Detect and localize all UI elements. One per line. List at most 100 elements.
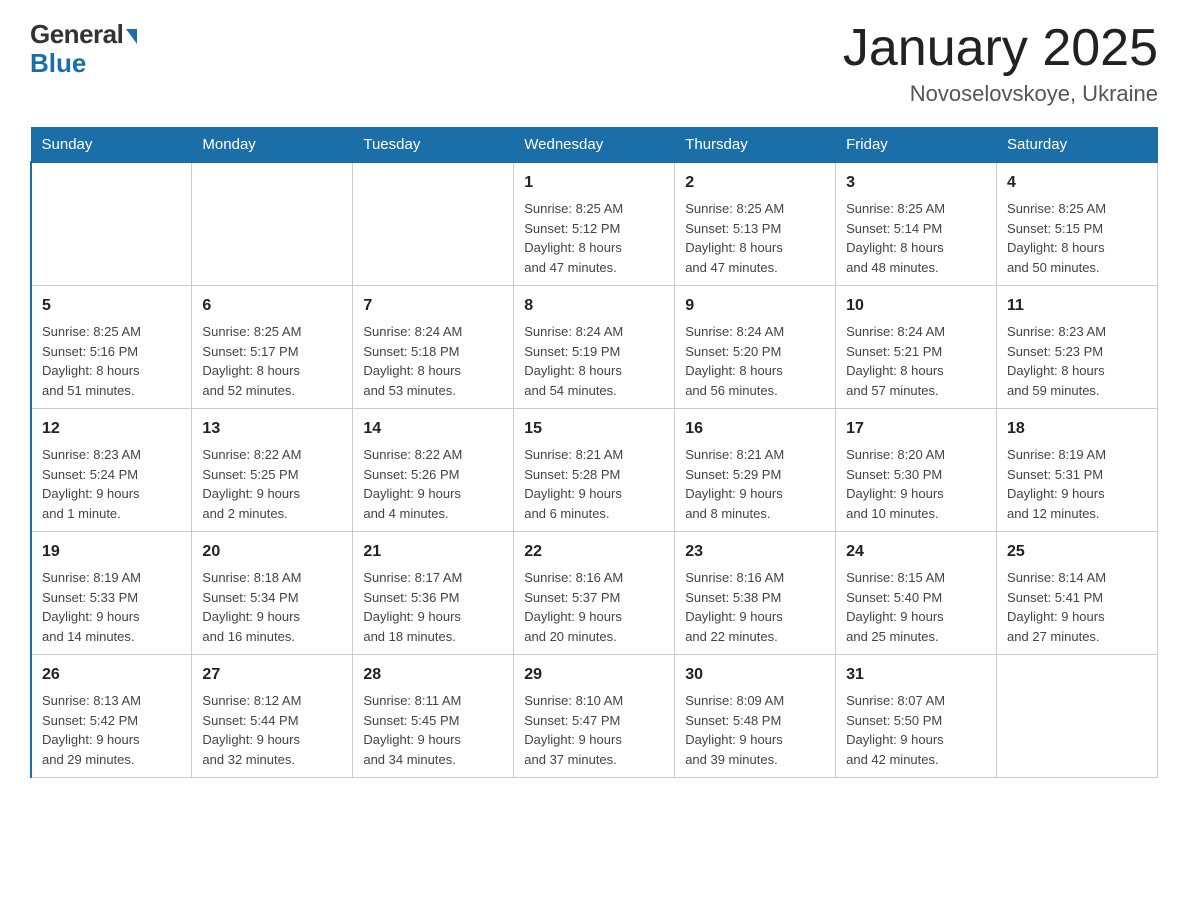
calendar-cell: 7 Sunrise: 8:24 AMSunset: 5:18 PMDaylight…: [353, 286, 514, 409]
day-number: 10: [846, 294, 986, 318]
day-of-week-tuesday: Tuesday: [353, 128, 514, 163]
calendar-cell: 30 Sunrise: 8:09 AMSunset: 5:48 PMDayligh…: [675, 655, 836, 778]
day-number: 2: [685, 171, 825, 195]
calendar-cell: 25 Sunrise: 8:14 AMSunset: 5:41 PMDayligh…: [997, 532, 1158, 655]
page-header: General Blue January 2025 Novoselovskoye…: [30, 20, 1158, 107]
day-number: 16: [685, 417, 825, 441]
calendar-cell: 4Sunrise: 8:25 AMSunset: 5:15 PMDaylight…: [997, 162, 1158, 286]
calendar-cell: [31, 162, 192, 286]
calendar-cell: 10 Sunrise: 8:24 AMSunset: 5:21 PMDayligh…: [836, 286, 997, 409]
day-number: 29: [524, 663, 664, 687]
calendar-cell: 9 Sunrise: 8:24 AMSunset: 5:20 PMDaylight…: [675, 286, 836, 409]
day-number: 8: [524, 294, 664, 318]
day-number: 4: [1007, 171, 1147, 195]
day-number: 25: [1007, 540, 1147, 564]
week-row-3: 12 Sunrise: 8:23 AMSunset: 5:24 PMDayligh…: [31, 409, 1158, 532]
day-info: Sunrise: 8:11 AMSunset: 5:45 PMDaylight:…: [363, 691, 503, 769]
day-info: Sunrise: 8:21 AMSunset: 5:28 PMDaylight:…: [524, 445, 664, 523]
page-subtitle: Novoselovskoye, Ukraine: [843, 81, 1158, 107]
calendar-cell: 20 Sunrise: 8:18 AMSunset: 5:34 PMDayligh…: [192, 532, 353, 655]
day-info: Sunrise: 8:15 AMSunset: 5:40 PMDaylight:…: [846, 568, 986, 646]
day-info: Sunrise: 8:22 AMSunset: 5:26 PMDaylight:…: [363, 445, 503, 523]
calendar-cell: 16Sunrise: 8:21 AMSunset: 5:29 PMDayligh…: [675, 409, 836, 532]
calendar-cell: 24 Sunrise: 8:15 AMSunset: 5:40 PMDayligh…: [836, 532, 997, 655]
day-info: Sunrise: 8:24 AMSunset: 5:20 PMDaylight:…: [685, 322, 825, 400]
calendar-cell: 23Sunrise: 8:16 AMSunset: 5:38 PMDayligh…: [675, 532, 836, 655]
calendar-cell: 31 Sunrise: 8:07 AMSunset: 5:50 PMDayligh…: [836, 655, 997, 778]
day-of-week-thursday: Thursday: [675, 128, 836, 163]
day-info: Sunrise: 8:23 AMSunset: 5:24 PMDaylight:…: [42, 445, 181, 523]
day-number: 26: [42, 663, 181, 687]
day-number: 11: [1007, 294, 1147, 318]
calendar-cell: 21 Sunrise: 8:17 AMSunset: 5:36 PMDayligh…: [353, 532, 514, 655]
day-info: Sunrise: 8:25 AMSunset: 5:12 PMDaylight:…: [524, 199, 664, 277]
day-of-week-monday: Monday: [192, 128, 353, 163]
day-number: 14: [363, 417, 503, 441]
day-number: 5: [42, 294, 181, 318]
day-number: 24: [846, 540, 986, 564]
day-info: Sunrise: 8:22 AMSunset: 5:25 PMDaylight:…: [202, 445, 342, 523]
day-of-week-saturday: Saturday: [997, 128, 1158, 163]
day-info: Sunrise: 8:24 AMSunset: 5:19 PMDaylight:…: [524, 322, 664, 400]
calendar-cell: 1 Sunrise: 8:25 AMSunset: 5:12 PMDaylight…: [514, 162, 675, 286]
day-number: 19: [42, 540, 181, 564]
day-info: Sunrise: 8:14 AMSunset: 5:41 PMDaylight:…: [1007, 568, 1147, 646]
day-number: 20: [202, 540, 342, 564]
week-row-2: 5 Sunrise: 8:25 AMSunset: 5:16 PMDaylight…: [31, 286, 1158, 409]
day-info: Sunrise: 8:25 AMSunset: 5:17 PMDaylight:…: [202, 322, 342, 400]
calendar-cell: 26 Sunrise: 8:13 AMSunset: 5:42 PMDayligh…: [31, 655, 192, 778]
day-number: 23: [685, 540, 825, 564]
day-info: Sunrise: 8:23 AMSunset: 5:23 PMDaylight:…: [1007, 322, 1147, 400]
calendar-cell: 11 Sunrise: 8:23 AMSunset: 5:23 PMDayligh…: [997, 286, 1158, 409]
week-row-5: 26 Sunrise: 8:13 AMSunset: 5:42 PMDayligh…: [31, 655, 1158, 778]
calendar-cell: 13 Sunrise: 8:22 AMSunset: 5:25 PMDayligh…: [192, 409, 353, 532]
day-number: 18: [1007, 417, 1147, 441]
day-info: Sunrise: 8:25 AMSunset: 5:13 PMDaylight:…: [685, 199, 825, 277]
day-number: 12: [42, 417, 181, 441]
day-info: Sunrise: 8:09 AMSunset: 5:48 PMDaylight:…: [685, 691, 825, 769]
day-number: 15: [524, 417, 664, 441]
week-row-4: 19 Sunrise: 8:19 AMSunset: 5:33 PMDayligh…: [31, 532, 1158, 655]
calendar-cell: 6 Sunrise: 8:25 AMSunset: 5:17 PMDaylight…: [192, 286, 353, 409]
calendar-cell: 2 Sunrise: 8:25 AMSunset: 5:13 PMDaylight…: [675, 162, 836, 286]
calendar-header: SundayMondayTuesdayWednesdayThursdayFrid…: [31, 128, 1158, 163]
calendar-cell: 22Sunrise: 8:16 AMSunset: 5:37 PMDayligh…: [514, 532, 675, 655]
calendar-cell: [997, 655, 1158, 778]
day-number: 21: [363, 540, 503, 564]
day-number: 9: [685, 294, 825, 318]
day-info: Sunrise: 8:19 AMSunset: 5:33 PMDaylight:…: [42, 568, 181, 646]
calendar-cell: 3Sunrise: 8:25 AMSunset: 5:14 PMDaylight…: [836, 162, 997, 286]
day-info: Sunrise: 8:25 AMSunset: 5:16 PMDaylight:…: [42, 322, 181, 400]
calendar-cell: 28Sunrise: 8:11 AMSunset: 5:45 PMDayligh…: [353, 655, 514, 778]
calendar-cell: 5 Sunrise: 8:25 AMSunset: 5:16 PMDaylight…: [31, 286, 192, 409]
calendar-cell: [192, 162, 353, 286]
day-number: 7: [363, 294, 503, 318]
day-info: Sunrise: 8:07 AMSunset: 5:50 PMDaylight:…: [846, 691, 986, 769]
page-title: January 2025: [843, 20, 1158, 77]
logo-arrow-icon: [126, 29, 137, 44]
day-number: 30: [685, 663, 825, 687]
day-number: 17: [846, 417, 986, 441]
day-info: Sunrise: 8:10 AMSunset: 5:47 PMDaylight:…: [524, 691, 664, 769]
day-number: 22: [524, 540, 664, 564]
day-number: 13: [202, 417, 342, 441]
calendar-cell: 27Sunrise: 8:12 AMSunset: 5:44 PMDayligh…: [192, 655, 353, 778]
day-info: Sunrise: 8:24 AMSunset: 5:21 PMDaylight:…: [846, 322, 986, 400]
title-block: January 2025 Novoselovskoye, Ukraine: [843, 20, 1158, 107]
day-info: Sunrise: 8:25 AMSunset: 5:14 PMDaylight:…: [846, 199, 986, 277]
calendar-cell: 19 Sunrise: 8:19 AMSunset: 5:33 PMDayligh…: [31, 532, 192, 655]
day-info: Sunrise: 8:18 AMSunset: 5:34 PMDaylight:…: [202, 568, 342, 646]
day-info: Sunrise: 8:24 AMSunset: 5:18 PMDaylight:…: [363, 322, 503, 400]
day-info: Sunrise: 8:19 AMSunset: 5:31 PMDaylight:…: [1007, 445, 1147, 523]
calendar-cell: 17Sunrise: 8:20 AMSunset: 5:30 PMDayligh…: [836, 409, 997, 532]
calendar-cell: 15 Sunrise: 8:21 AMSunset: 5:28 PMDayligh…: [514, 409, 675, 532]
day-number: 31: [846, 663, 986, 687]
calendar-cell: 8 Sunrise: 8:24 AMSunset: 5:19 PMDaylight…: [514, 286, 675, 409]
day-info: Sunrise: 8:13 AMSunset: 5:42 PMDaylight:…: [42, 691, 181, 769]
day-info: Sunrise: 8:17 AMSunset: 5:36 PMDaylight:…: [363, 568, 503, 646]
days-of-week-row: SundayMondayTuesdayWednesdayThursdayFrid…: [31, 128, 1158, 163]
day-number: 6: [202, 294, 342, 318]
calendar-cell: 12 Sunrise: 8:23 AMSunset: 5:24 PMDayligh…: [31, 409, 192, 532]
logo-general-text: General: [30, 20, 123, 49]
day-number: 1: [524, 171, 664, 195]
